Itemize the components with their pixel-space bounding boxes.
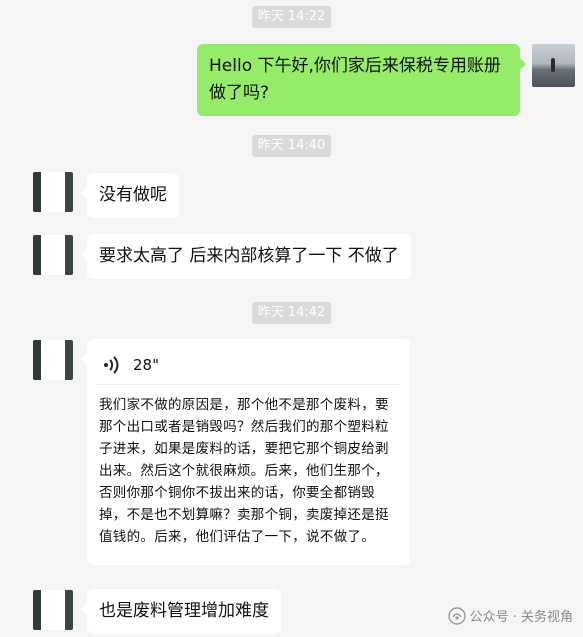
timestamp: 昨天 14:40 <box>251 135 332 157</box>
my-avatar[interactable] <box>532 44 575 87</box>
watermark: 公众号 · 关务视角 <box>447 606 573 625</box>
received-message-bubble[interactable]: 没有做呢 <box>81 173 179 218</box>
contact-avatar[interactable] <box>33 340 73 380</box>
message-text: 没有做呢 <box>99 185 167 205</box>
contact-avatar[interactable] <box>33 235 73 275</box>
contact-avatar[interactable] <box>33 172 73 212</box>
voice-play-row[interactable]: 28" <box>103 353 159 377</box>
voice-message-bubble[interactable]: 28" 我们家不做的原因是，那个他不是那个废料，要那个出口或者是销毁吗？然后我们… <box>81 339 410 565</box>
voice-duration: 28" <box>133 356 159 374</box>
contact-avatar[interactable] <box>33 590 73 630</box>
wechat-official-account-icon <box>447 606 466 625</box>
received-message-bubble[interactable]: 要求太高了 后来内部核算了一下 不做了 <box>81 234 411 279</box>
message-text: 要求太高了 后来内部核算了一下 不做了 <box>99 246 399 266</box>
received-message-bubble[interactable]: 也是废料管理增加难度 <box>81 589 281 634</box>
watermark-text: 公众号 · 关务视角 <box>469 610 573 625</box>
divider <box>97 384 400 385</box>
voice-transcript: 我们家不做的原因是，那个他不是那个废料，要那个出口或者是销毁吗？然后我们的那个塑… <box>99 397 389 545</box>
timestamp: 昨天 14:42 <box>251 302 332 324</box>
sent-message-bubble[interactable]: Hello 下午好,你们家后来保税专用账册做了吗? <box>197 44 526 116</box>
timestamp: 昨天 14:22 <box>251 6 332 28</box>
message-text: 也是废料管理增加难度 <box>99 601 269 621</box>
message-text: Hello 下午好,你们家后来保税专用账册做了吗? <box>209 56 501 103</box>
voice-wave-icon <box>104 356 119 374</box>
